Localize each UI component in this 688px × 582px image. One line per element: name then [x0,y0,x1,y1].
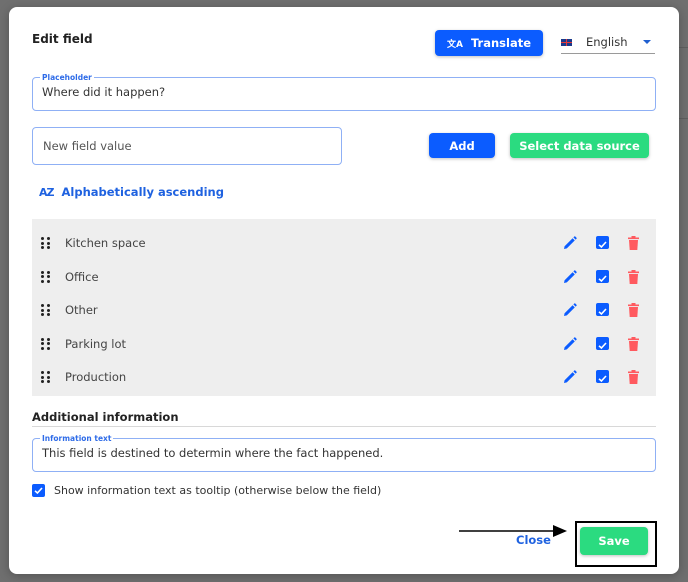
sort-label: Alphabetically ascending [61,185,224,199]
placeholder-legend: Placeholder [42,73,92,82]
option-row: Kitchen space [32,227,656,260]
drag-handle-icon[interactable] [41,270,50,283]
caret-down-icon [643,40,651,44]
translate-icon: 文A [446,39,463,50]
language-selected: English [586,35,628,49]
option-row: Other [32,294,656,327]
uk-flag-icon [561,38,572,46]
information-text-value[interactable]: This field is destined to determin where… [42,443,646,460]
backdrop-line [679,118,688,119]
dialog-title: Edit field [32,32,93,46]
edit-pencil-icon[interactable] [563,269,577,284]
enabled-checkbox[interactable] [596,269,609,283]
drag-handle-icon[interactable] [41,371,50,383]
tooltip-checkbox[interactable]: Show information text as tooltip (otherw… [32,484,381,497]
enabled-checkbox[interactable] [596,370,609,383]
option-row: Parking lot [32,328,656,361]
close-button[interactable]: Close [516,533,551,547]
option-label: Office [65,269,99,284]
information-text-legend: Information text [42,434,112,443]
select-data-source-button[interactable]: Select data source [510,133,649,158]
save-button[interactable]: Save [580,527,648,555]
delete-trash-icon[interactable] [628,370,639,384]
options-list: Kitchen space Office Other Parking lot Produ… [32,219,656,396]
backdrop-line [679,47,688,48]
additional-information-title: Additional information [32,410,179,424]
checkbox-checked-icon[interactable] [32,484,45,497]
new-field-value-input[interactable]: New field value [32,127,342,165]
option-row: Office [32,261,656,294]
option-label: Other [65,303,98,317]
option-label: Parking lot [65,336,127,351]
edit-pencil-icon[interactable] [563,303,577,317]
enabled-checkbox[interactable] [596,236,609,249]
drag-handle-icon[interactable] [41,337,50,350]
delete-trash-icon[interactable] [628,269,639,284]
option-row: Production [32,361,656,394]
information-text-field[interactable]: Information text This field is destined … [32,434,656,472]
translate-button[interactable]: 文A Translate [435,30,543,56]
divider [32,426,656,427]
tooltip-checkbox-label: Show information text as tooltip (otherw… [54,484,382,497]
edit-pencil-icon[interactable] [563,236,577,250]
option-label: Kitchen space [65,236,146,250]
edit-pencil-icon[interactable] [563,336,577,351]
drag-handle-icon[interactable] [41,237,50,249]
sort-az-icon: AZ [39,185,54,199]
enabled-checkbox[interactable] [596,303,609,316]
edit-pencil-icon[interactable] [563,370,577,384]
drag-handle-icon[interactable] [41,304,50,316]
placeholder-value[interactable]: Where did it happen? [42,82,646,99]
enabled-checkbox[interactable] [596,336,609,350]
language-select[interactable]: English [561,31,655,54]
placeholder-field[interactable]: Placeholder Where did it happen? [32,73,656,111]
delete-trash-icon[interactable] [628,236,639,250]
edit-field-dialog: Edit field 文A Translate English Placehol… [9,7,679,574]
sort-toggle[interactable]: AZ Alphabetically ascending [39,185,224,199]
option-label: Production [65,370,127,384]
new-field-value-placeholder: New field value [43,139,132,153]
add-button[interactable]: Add [429,133,495,158]
translate-label: Translate [470,36,531,50]
delete-trash-icon[interactable] [628,336,639,351]
annotation-arrow [459,525,567,537]
delete-trash-icon[interactable] [628,303,639,317]
